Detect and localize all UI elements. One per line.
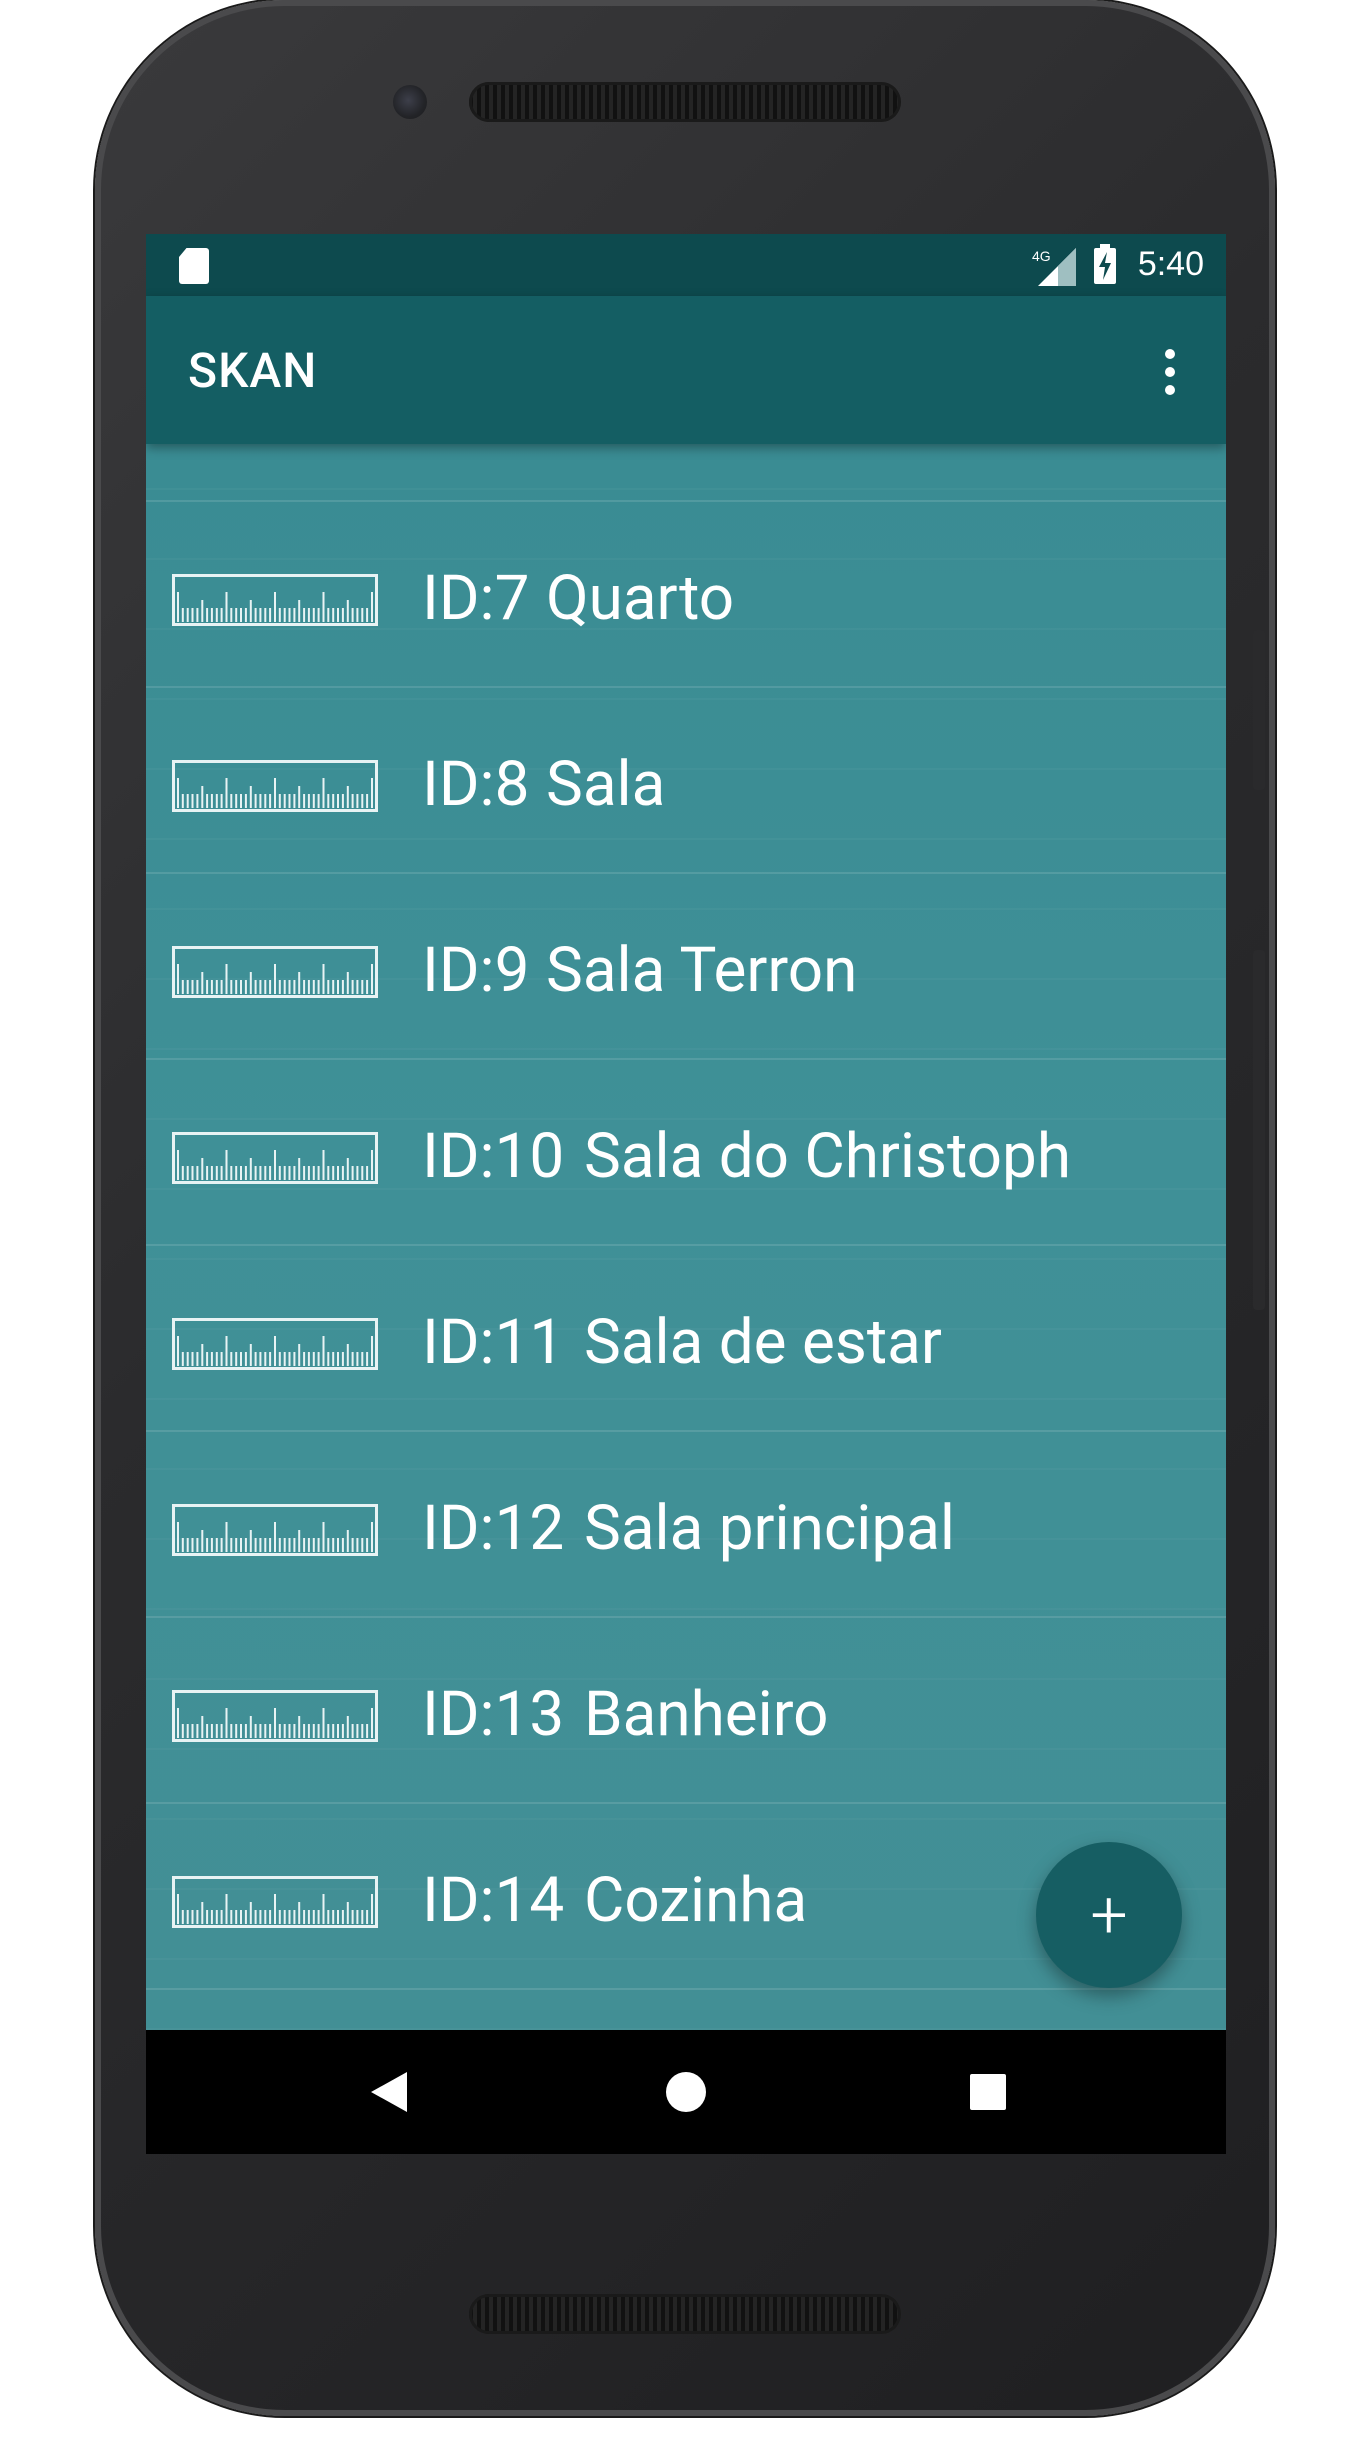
item-id: ID:11 (422, 1306, 565, 1379)
item-name: Quarto (546, 562, 735, 635)
back-triangle-icon[interactable] (355, 2058, 423, 2126)
volume-button (1253, 950, 1265, 1310)
item-id: ID:6 (422, 444, 529, 449)
bottom-speaker-grille (469, 2294, 901, 2334)
list-item[interactable]: ID:11 Sala de estar (146, 1246, 1226, 1432)
item-name: Sala (546, 748, 666, 821)
item-id: ID:12 (422, 1492, 565, 1565)
list-item[interactable]: ID:13 Banheiro (146, 1618, 1226, 1804)
status-time: 5:40 (1137, 245, 1204, 283)
add-button[interactable]: + (1036, 1842, 1182, 1988)
ruler-icon (172, 1318, 378, 1370)
more-vert-icon[interactable] (1138, 336, 1202, 408)
item-name: Sala do Christoph (584, 1120, 1072, 1193)
app-title: SKAN (188, 342, 318, 399)
sd-card-icon (179, 248, 209, 284)
battery-charging-icon (1094, 244, 1116, 284)
item-id: ID:13 (422, 1678, 565, 1751)
item-id: ID:14 (422, 1864, 565, 1937)
item-id: ID:9 (422, 934, 530, 1007)
screen: 4G 5:40 SKAN ID:6Sala ID:7Quarto ID:8Sal… (146, 234, 1226, 2154)
ruler-icon (172, 760, 378, 812)
item-id: ID:7 (422, 562, 530, 635)
item-name: Cozinha (584, 1864, 808, 1937)
list-item[interactable]: ID:12 Sala principal (146, 1432, 1226, 1618)
list-item[interactable]: ID:6 Sala (146, 444, 1226, 502)
ruler-icon (172, 1690, 378, 1742)
home-circle-icon[interactable] (652, 2058, 720, 2126)
recents-square-icon[interactable] (954, 2058, 1022, 2126)
top-speaker-grille (469, 82, 901, 122)
item-id: ID:8 (422, 748, 530, 821)
item-name: Sala principal (584, 1492, 956, 1565)
list-item[interactable]: ID:9 Sala Terron (146, 874, 1226, 1060)
item-name: Sala (546, 444, 665, 449)
item-id: ID:10 (422, 1120, 565, 1193)
ruler-icon (172, 1132, 378, 1184)
ruler-icon (172, 1876, 378, 1928)
front-camera (393, 85, 427, 119)
network-type-label: 4G (1032, 248, 1051, 264)
signal-icon: 4G (1032, 248, 1076, 286)
ruler-icon (172, 1504, 378, 1556)
list-container[interactable]: ID:6Sala ID:7Quarto ID:8Sala ID:9Sala Te… (146, 444, 1226, 2030)
ruler-icon (172, 946, 378, 998)
item-name: Sala Terron (546, 934, 858, 1007)
app-bar: SKAN (146, 296, 1226, 444)
status-bar: 4G 5:40 (146, 234, 1226, 296)
list-item[interactable]: ID:8 Sala (146, 688, 1226, 874)
item-name: Banheiro (584, 1678, 829, 1751)
list-item[interactable]: ID:10 Sala do Christoph (146, 1060, 1226, 1246)
room-list: ID:6Sala ID:7Quarto ID:8Sala ID:9Sala Te… (146, 444, 1226, 1990)
navigation-bar (146, 2030, 1226, 2154)
power-button (1253, 630, 1265, 790)
item-name: Sala de estar (584, 1306, 942, 1379)
ruler-icon (172, 574, 378, 626)
list-item[interactable]: ID:7 Quarto (146, 502, 1226, 688)
